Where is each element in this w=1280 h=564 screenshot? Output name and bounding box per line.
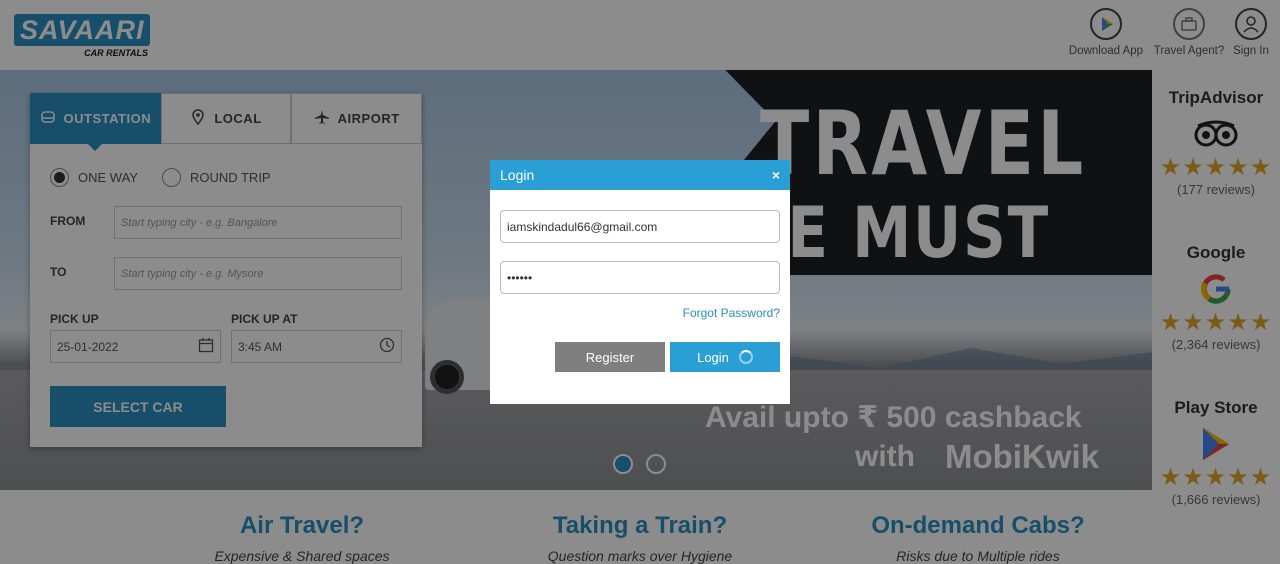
- login-button[interactable]: Login: [670, 342, 780, 372]
- forgot-password-link[interactable]: Forgot Password?: [683, 306, 780, 320]
- login-modal-header: Login ×: [490, 160, 790, 190]
- login-modal: Login × iamskindadul66@gmail.com •••••• …: [490, 160, 790, 404]
- register-button[interactable]: Register: [555, 342, 665, 372]
- login-button-label: Login: [697, 349, 729, 365]
- register-button-label: Register: [585, 349, 635, 365]
- email-field[interactable]: iamskindadul66@gmail.com: [500, 210, 780, 243]
- password-field[interactable]: ••••••: [500, 261, 780, 294]
- login-modal-title: Login: [500, 167, 535, 183]
- loading-spinner-icon: [738, 350, 753, 364]
- close-icon[interactable]: ×: [772, 167, 780, 183]
